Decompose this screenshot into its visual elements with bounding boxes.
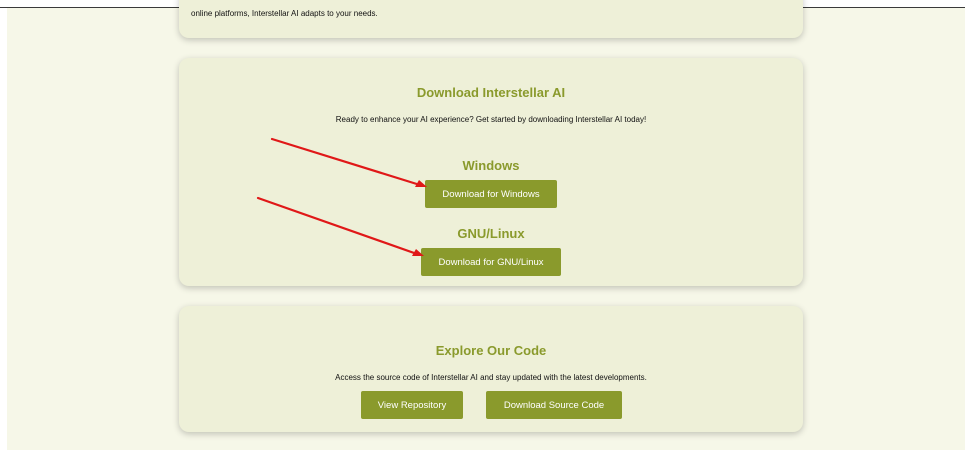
linux-heading: GNU/Linux — [457, 226, 525, 241]
windows-heading: Windows — [462, 158, 520, 173]
features-text: online platforms, Interstellar AI adapts… — [191, 9, 378, 18]
code-card: Explore Our Code Access the source code … — [179, 306, 803, 432]
code-title: Explore Our Code — [435, 343, 547, 358]
download-description: Ready to enhance your AI experience? Get… — [335, 115, 647, 124]
download-title: Download Interstellar AI — [416, 85, 566, 100]
code-description: Access the source code of Interstellar A… — [335, 373, 647, 382]
download-linux-button[interactable]: Download for GNU/Linux — [421, 248, 561, 276]
download-source-button[interactable]: Download Source Code — [486, 391, 622, 419]
download-windows-button[interactable]: Download for Windows — [425, 180, 557, 208]
features-card: online platforms, Interstellar AI adapts… — [179, 0, 803, 38]
view-repository-button[interactable]: View Repository — [361, 391, 463, 419]
download-card: Download Interstellar AI Ready to enhanc… — [179, 58, 803, 286]
page-background: online platforms, Interstellar AI adapts… — [7, 0, 965, 450]
